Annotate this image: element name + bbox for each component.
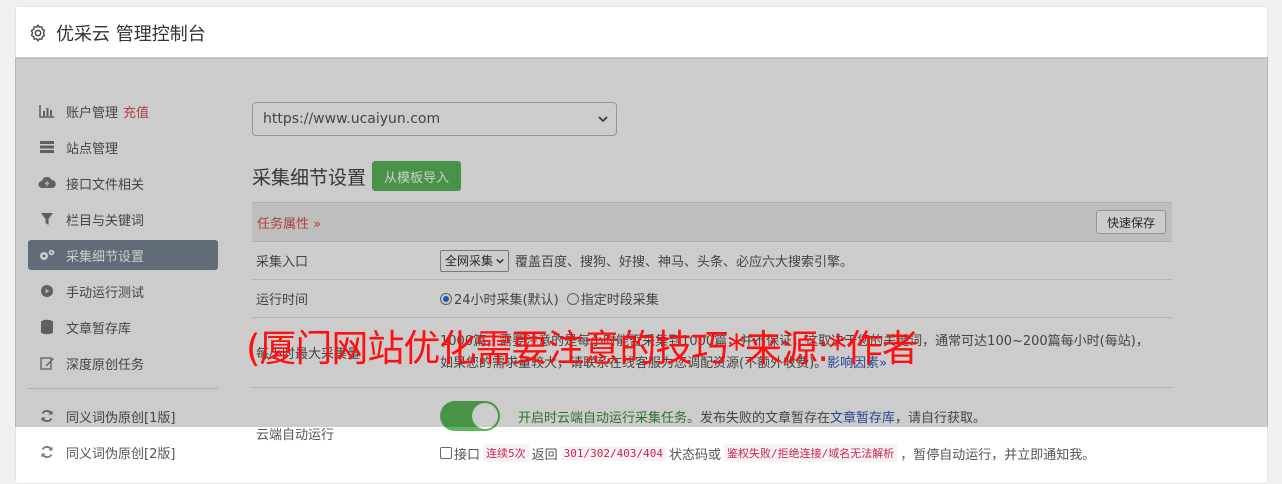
check-text: 接口	[454, 447, 481, 463]
gear-icon	[30, 23, 46, 42]
server-list-icon	[38, 139, 56, 155]
quick-save-button[interactable]: 快速保存	[1095, 210, 1166, 234]
entry-description: 覆盖百度、搜狗、好搜、神马、头条、必应六大搜索引擎。	[515, 255, 854, 270]
sidebar-item-account[interactable]: 账户管理 充值	[28, 96, 218, 126]
row-entry: 采集入口 全网采集 覆盖百度、搜狗、好搜、神马、头条、必应六大搜索引擎。	[252, 242, 1172, 280]
sidebar-item-label: 采集细节设置	[66, 249, 145, 265]
cloud-text: ，请自行获取。	[895, 410, 987, 426]
sidebar-item-label: 站点管理	[66, 141, 119, 157]
row-label: 云端自动运行	[256, 427, 335, 443]
code-consecutive: 连续5次	[483, 444, 529, 462]
chevron-down-icon	[598, 116, 608, 123]
entry-select-value: 全网采集	[445, 254, 494, 268]
check-text: 状态码或	[669, 447, 722, 463]
sidebar-item-label: 账户管理	[66, 105, 119, 121]
sidebar-item-label: 同义词伪原创[1版]	[66, 410, 176, 426]
max-volume-text: 1000篇，需要注意的是每小时能否采集到1000篇，并不保证，这取决于您的关键词…	[440, 333, 1149, 349]
bar-chart-icon	[38, 103, 56, 119]
site-select[interactable]: https://www.ucaiyun.com	[252, 102, 617, 136]
check-text: 返回	[531, 447, 558, 463]
gears-icon	[38, 247, 56, 263]
runtime-option-label: 指定时段采集	[580, 293, 659, 308]
sidebar-item-collect-settings[interactable]: 采集细节设置	[28, 240, 218, 270]
database-icon	[38, 319, 56, 335]
sidebar-item-manual-run[interactable]: 手动运行测试	[28, 276, 218, 306]
filter-icon	[38, 211, 56, 227]
sidebar-item-synonym-v1[interactable]: 同义词伪原创[1版]	[28, 401, 218, 431]
runtime-24h-radio[interactable]	[440, 292, 452, 305]
site-select-value: https://www.ucaiyun.com	[263, 111, 441, 127]
max-volume-text: 如果您的需求量较大，请联系在线客服为您调配资源(不额外收费)。	[440, 355, 828, 371]
sidebar-item-label: 栏目与关键词	[66, 213, 145, 229]
runtime-custom-radio[interactable]	[566, 292, 579, 305]
chevron-down-icon	[496, 258, 504, 264]
auto-pause-checkbox[interactable]	[440, 447, 452, 459]
row-max-volume: 每小时最大采集量 1000篇，需要注意的是每小时能否采集到1000篇，并不保证，…	[252, 318, 1172, 388]
cloud-upload-icon	[38, 175, 56, 191]
sidebar-item-article-store[interactable]: 文章暂存库	[28, 312, 218, 342]
section-title: 采集细节设置	[252, 166, 367, 189]
task-attr-toggle[interactable]: 任务属性 »	[257, 213, 321, 232]
article-store-link[interactable]: 文章暂存库	[830, 407, 895, 426]
cloud-run-toggle[interactable]	[440, 401, 500, 431]
influence-factors-link[interactable]: 影响因素»	[827, 356, 887, 371]
page-title: 优采云 管理控制台	[56, 23, 206, 45]
sidebar-divider	[28, 388, 218, 389]
row-cloud: 云端自动运行 开启时云端自动运行采集任务。 发布失败的文章暂存在 文章暂存库 ，…	[252, 388, 1172, 478]
code-errors: 鉴权失败/拒绝连接/域名无法解析	[724, 444, 898, 462]
check-text: ，暂停自动运行，并立即通知我。	[900, 447, 1096, 463]
import-template-button[interactable]: 从模板导入	[372, 161, 462, 191]
panel-header: 优采云 管理控制台	[16, 7, 1267, 59]
code-status: 301/302/403/404	[560, 445, 666, 461]
cloud-text: 发布失败的文章暂存在	[700, 410, 831, 426]
sidebar: 账户管理 充值 站点管理 接口文件相关 栏目与关键词 采集细节设置 手动运行测试…	[28, 96, 218, 473]
task-attr-bar: 任务属性 » 快速保存	[252, 202, 1172, 242]
entry-select[interactable]: 全网采集	[440, 249, 510, 272]
edit-icon	[38, 355, 56, 371]
sidebar-item-label: 同义词伪原创[2版]	[66, 446, 176, 462]
row-runtime: 运行时间 24小时采集(默认) 指定时段采集	[252, 280, 1172, 318]
sidebar-item-label: 文章暂存库	[66, 321, 132, 337]
sidebar-item-synonym-v2[interactable]: 同义词伪原创[2版]	[28, 437, 218, 467]
sidebar-item-deep-original[interactable]: 深度原创任务	[28, 348, 218, 378]
sidebar-item-keywords[interactable]: 栏目与关键词	[28, 204, 218, 234]
runtime-option-label: 24小时采集(默认)	[454, 293, 559, 308]
sidebar-item-label: 深度原创任务	[66, 357, 145, 373]
row-label: 运行时间	[256, 293, 309, 308]
row-label: 每小时最大采集量	[256, 347, 361, 362]
sidebar-item-label: 接口文件相关	[66, 177, 145, 193]
row-label: 采集入口	[256, 255, 309, 270]
recharge-link[interactable]: 充值	[123, 102, 149, 121]
sidebar-item-label: 手动运行测试	[66, 285, 145, 301]
section-header: 采集细节设置 从模板导入	[252, 160, 1172, 192]
sidebar-item-sites[interactable]: 站点管理	[28, 132, 218, 162]
toggle-text: 开启时云端自动运行采集任务。	[518, 410, 701, 426]
sidebar-item-interface[interactable]: 接口文件相关	[28, 168, 218, 198]
play-circle-icon	[38, 283, 56, 299]
refresh-icon	[38, 444, 56, 460]
refresh-icon	[38, 408, 56, 424]
content-area: https://www.ucaiyun.com 采集细节设置 从模板导入 任务属…	[252, 96, 1172, 478]
